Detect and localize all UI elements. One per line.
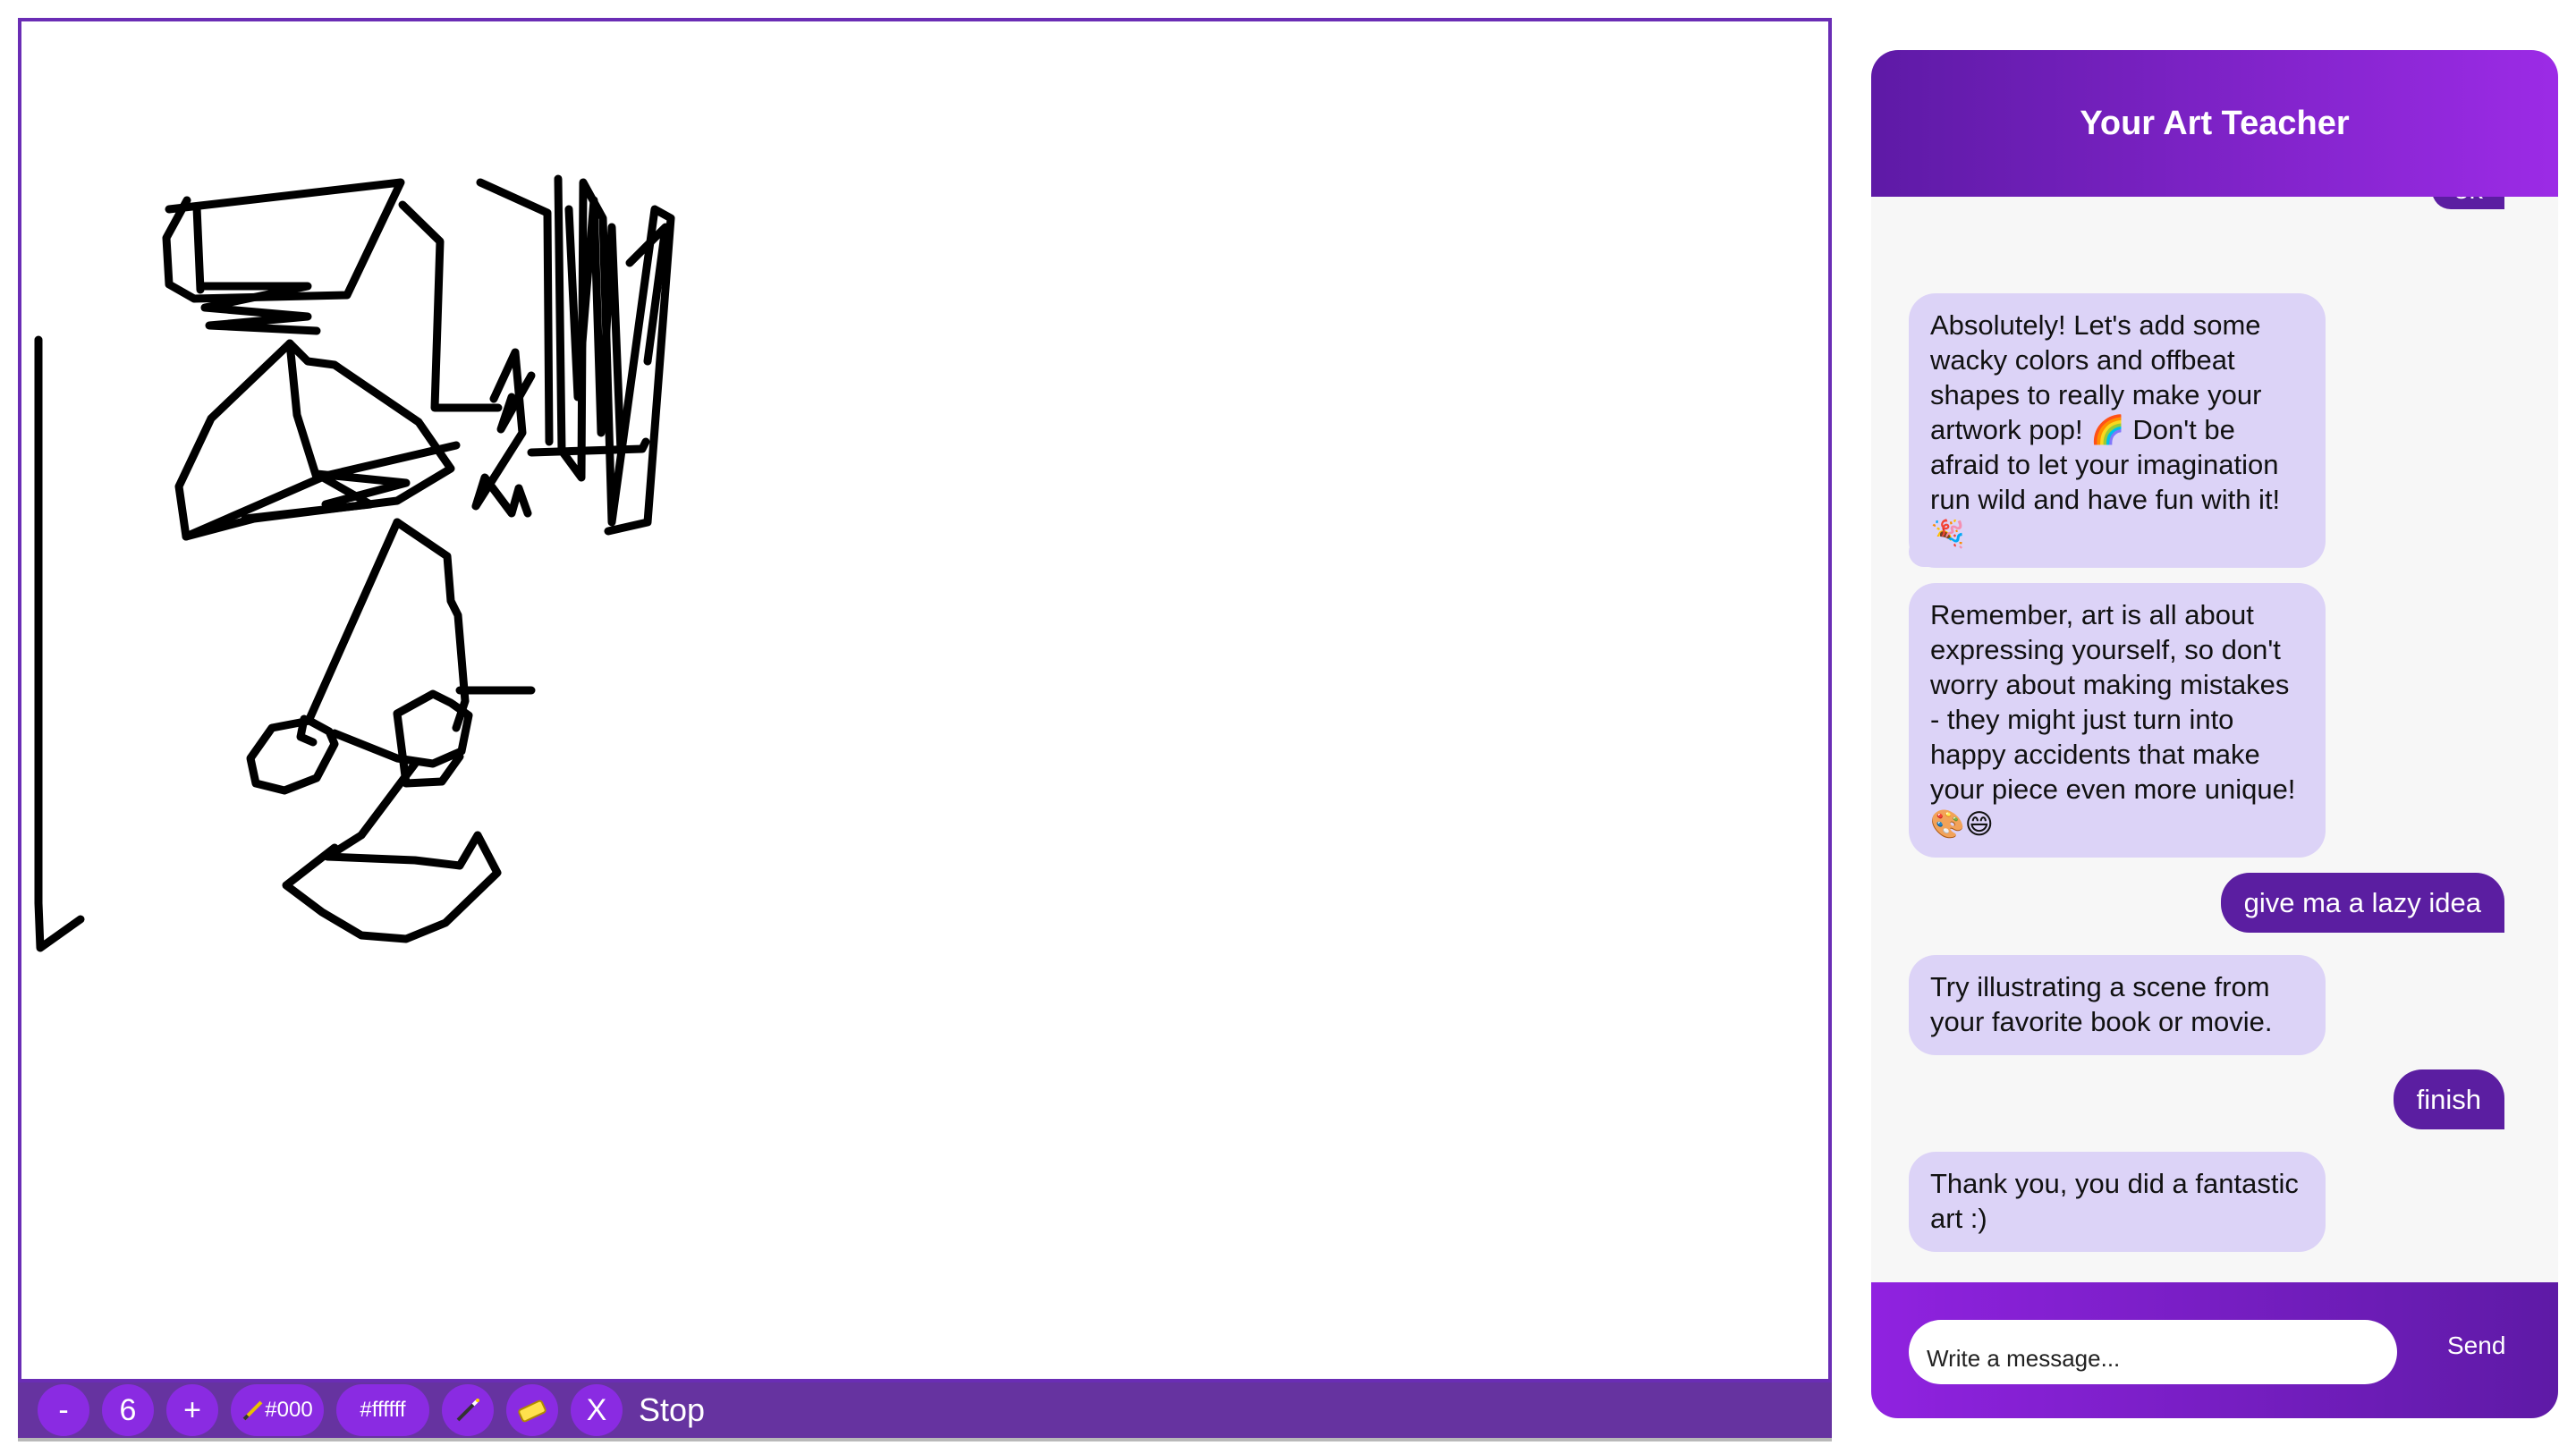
magic-wand-button[interactable] [442,1384,494,1436]
chat-message-user: give ma a lazy idea [2220,873,2504,933]
stroke-color-button[interactable]: #000 [231,1384,324,1436]
stop-button[interactable]: Stop [639,1391,705,1429]
chat-panel: Your Art Teacher ok Absolutely! Let's ad… [1871,50,2558,1418]
chat-message-user: finish [2393,1069,2504,1129]
drawing-toolbar: - 6 + #000 #ffffff X Stop [18,1382,1832,1441]
chat-message-bot: Remember, art is all about expressing yo… [1909,583,2326,858]
chat-message-bot-empty [1909,537,1955,567]
message-list[interactable]: ok Absolutely! Let's add some wacky colo… [1871,197,2558,1332]
stroke-color-value: #000 [265,1398,313,1422]
fill-color-button[interactable]: #ffffff [336,1384,429,1436]
send-button[interactable]: Send [2442,1331,2511,1361]
chat-message-user: ok [2432,197,2504,209]
clear-button[interactable]: X [571,1384,623,1436]
magic-wand-icon [456,1399,479,1422]
brush-size-display: 6 [102,1384,154,1436]
sketch-drawing [34,174,675,952]
eraser-button[interactable] [506,1384,558,1436]
decrease-brush-button[interactable]: - [38,1384,89,1436]
chat-message-bot: Thank you, you did a fantastic art :) [1909,1152,2326,1252]
pencil-icon [242,1400,263,1421]
message-input[interactable] [1909,1320,2397,1384]
eraser-icon [518,1399,547,1423]
chat-title: Your Art Teacher [2080,104,2350,142]
fill-color-value: #ffffff [360,1398,406,1422]
chat-header: Your Art Teacher [1871,50,2558,197]
chat-message-bot: Try illustrating a scene from your favor… [1909,955,2326,1055]
increase-brush-button[interactable]: + [166,1384,218,1436]
chat-footer: Send [1871,1282,2558,1418]
drawing-canvas[interactable] [18,18,1832,1382]
chat-message-bot: Absolutely! Let's add some wacky colors … [1909,293,2326,568]
